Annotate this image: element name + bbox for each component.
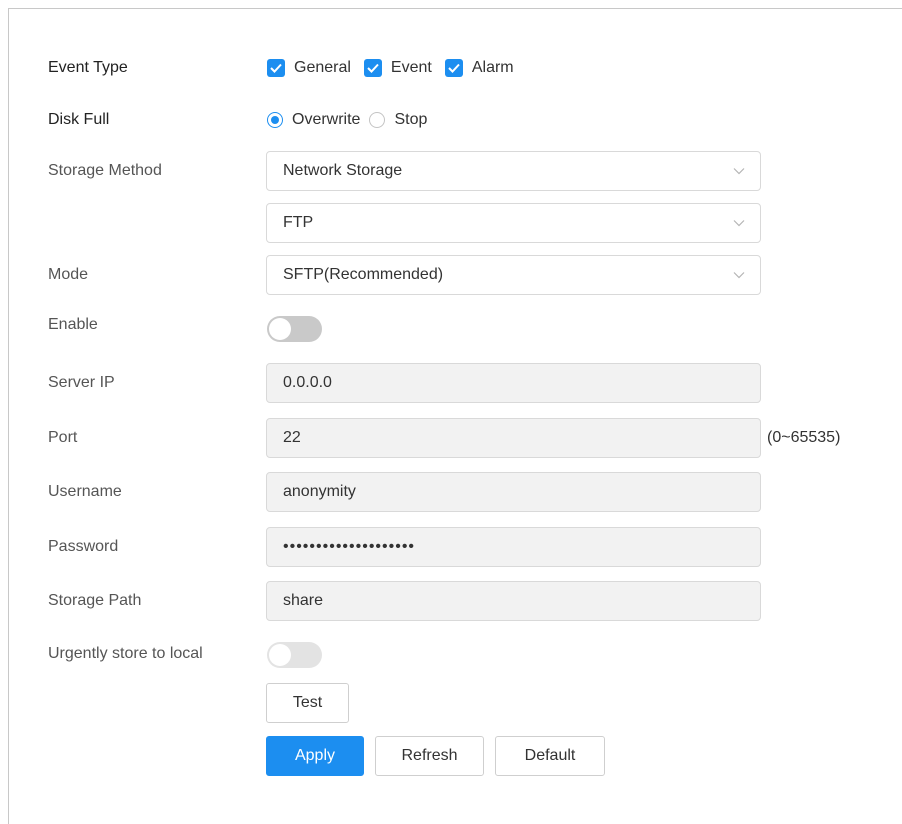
mode-select[interactable]: SFTP(Recommended)	[266, 255, 761, 295]
server-ip-input[interactable]: 0.0.0.0	[266, 363, 761, 403]
checkbox-event-label: Event	[390, 59, 432, 76]
radio-selected-icon	[267, 112, 283, 128]
storage-method-select[interactable]: Network Storage	[266, 151, 761, 191]
checkbox-alarm-label: Alarm	[471, 59, 514, 76]
enable-label: Enable	[48, 316, 98, 333]
checkbox-general[interactable]: General	[267, 59, 351, 77]
port-label: Port	[48, 429, 78, 446]
password-input[interactable]: ••••••••••••••••••••	[266, 527, 761, 567]
disk-full-radios: Overwrite Stop	[267, 110, 436, 130]
checkbox-event[interactable]: Event	[363, 59, 432, 77]
refresh-button[interactable]: Refresh	[375, 736, 484, 776]
check-icon	[363, 59, 382, 77]
urgent-local-toggle[interactable]	[267, 642, 322, 668]
storage-method-value: Network Storage	[283, 162, 403, 179]
storage-path-input[interactable]: share	[266, 581, 761, 621]
server-ip-label: Server IP	[48, 374, 115, 391]
storage-type-select[interactable]: FTP	[266, 203, 761, 243]
storage-path-label: Storage Path	[48, 592, 142, 609]
password-value: ••••••••••••••••••••	[283, 538, 416, 555]
chevron-down-icon	[733, 168, 745, 175]
port-value: 22	[283, 429, 301, 446]
server-ip-value: 0.0.0.0	[283, 374, 332, 391]
checkbox-alarm[interactable]: Alarm	[444, 59, 514, 77]
mode-value: SFTP(Recommended)	[283, 266, 444, 283]
apply-button[interactable]: Apply	[266, 736, 364, 776]
settings-panel	[8, 8, 902, 824]
username-label: Username	[48, 483, 122, 500]
storage-type-value: FTP	[283, 214, 314, 231]
port-input[interactable]: 22	[266, 418, 761, 458]
chevron-down-icon	[733, 220, 745, 227]
urgent-local-label: Urgently store to local	[48, 645, 203, 662]
radio-unselected-icon	[369, 112, 386, 128]
test-button[interactable]: Test	[266, 683, 349, 723]
radio-stop-label: Stop	[394, 111, 428, 128]
radio-overwrite-label: Overwrite	[292, 111, 361, 128]
disk-full-label: Disk Full	[48, 111, 110, 128]
radio-overwrite[interactable]: Overwrite	[267, 111, 360, 129]
password-label: Password	[48, 538, 119, 555]
username-value: anonymity	[283, 483, 356, 500]
check-icon	[444, 59, 463, 77]
toggle-knob	[269, 644, 291, 666]
default-button[interactable]: Default	[495, 736, 605, 776]
username-input[interactable]: anonymity	[266, 472, 761, 512]
enable-toggle[interactable]	[267, 316, 322, 342]
event-type-checkboxes: General Event Alarm	[267, 58, 527, 78]
storage-path-value: share	[283, 592, 324, 609]
event-type-label: Event Type	[48, 59, 128, 76]
radio-stop[interactable]: Stop	[369, 111, 427, 129]
storage-method-label: Storage Method	[48, 162, 162, 179]
mode-label: Mode	[48, 266, 89, 283]
chevron-down-icon	[733, 272, 745, 279]
port-range-hint: (0~65535)	[767, 429, 841, 446]
check-icon	[267, 59, 285, 77]
checkbox-general-label: General	[294, 59, 351, 76]
toggle-knob	[269, 318, 291, 340]
